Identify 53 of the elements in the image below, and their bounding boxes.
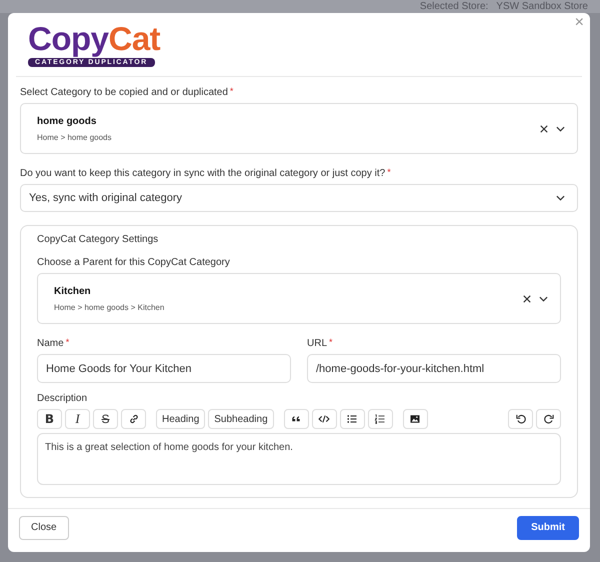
required-mark: * [66, 338, 70, 347]
category-path: Home > home goods [37, 132, 112, 142]
code-button[interactable] [312, 409, 337, 429]
required-mark: * [230, 87, 234, 96]
close-button[interactable]: Close [19, 516, 69, 540]
field-label: Description [37, 393, 88, 404]
card-title: CopyCat Category Settings [37, 234, 158, 245]
strike-button[interactable]: S [93, 409, 118, 429]
format-button[interactable]: Heading [156, 409, 206, 429]
format-button[interactable]: Subheading [208, 409, 274, 429]
quote-button[interactable] [284, 409, 309, 429]
code-icon [318, 413, 330, 425]
undo-button[interactable] [508, 409, 533, 429]
link-icon [128, 413, 140, 425]
parent-select[interactable]: Kitchen Home > home goods > Kitchen [37, 273, 561, 324]
redo-button[interactable] [536, 409, 561, 429]
selected-value: Kitchen [54, 286, 92, 296]
field-label: URL [307, 338, 328, 349]
redo-icon [542, 413, 554, 425]
category-path: Home > home goods > Kitchen [54, 302, 166, 312]
chevron-down-icon[interactable] [556, 195, 565, 201]
bullets-button[interactable] [340, 409, 365, 429]
image-icon [409, 413, 422, 425]
required-mark: * [329, 338, 333, 347]
image-button[interactable] [402, 409, 428, 429]
bold-button[interactable]: B [37, 409, 62, 429]
clear-icon[interactable] [523, 294, 531, 302]
text-input[interactable]: /home-goods-for-your-kitchen.html [307, 354, 561, 383]
submit-button[interactable]: Submit [517, 516, 579, 540]
numbered-list-icon [374, 413, 386, 425]
clear-icon[interactable] [540, 124, 548, 132]
undo-icon [514, 413, 526, 425]
field-label: Select Category to be copied and or duplicated [20, 87, 228, 98]
store-name: YSW Sandbox Store [496, 1, 588, 12]
store-label: Selected Store: [420, 1, 488, 12]
field-label: Do you want to keep this category in sync with the original category or just copy it? [20, 168, 386, 179]
description-textarea[interactable]: This is a great selection of home goods for your kitchen. [37, 433, 561, 485]
selected-value: Yes, sync with original category [29, 192, 184, 204]
numbers-button[interactable] [368, 409, 393, 429]
sync-select[interactable]: Yes, sync with original category [20, 184, 578, 212]
chevron-down-icon[interactable] [556, 126, 565, 132]
italic-button[interactable]: I [65, 409, 90, 429]
link-button[interactable] [121, 409, 146, 429]
bullet-list-icon [346, 413, 358, 425]
logo-text: Copy [28, 20, 108, 57]
required-mark: * [387, 168, 391, 177]
selected-value: home goods [37, 116, 98, 126]
chevron-down-icon[interactable] [539, 296, 548, 302]
field-label: Choose a Parent for this CopyCat Category [37, 257, 230, 268]
text-input[interactable]: Home Goods for Your Kitchen [37, 354, 291, 383]
logo-text: Cat [108, 20, 160, 57]
field-label: Name [37, 338, 64, 349]
category-select[interactable]: home goods Home > home goods [20, 103, 578, 154]
